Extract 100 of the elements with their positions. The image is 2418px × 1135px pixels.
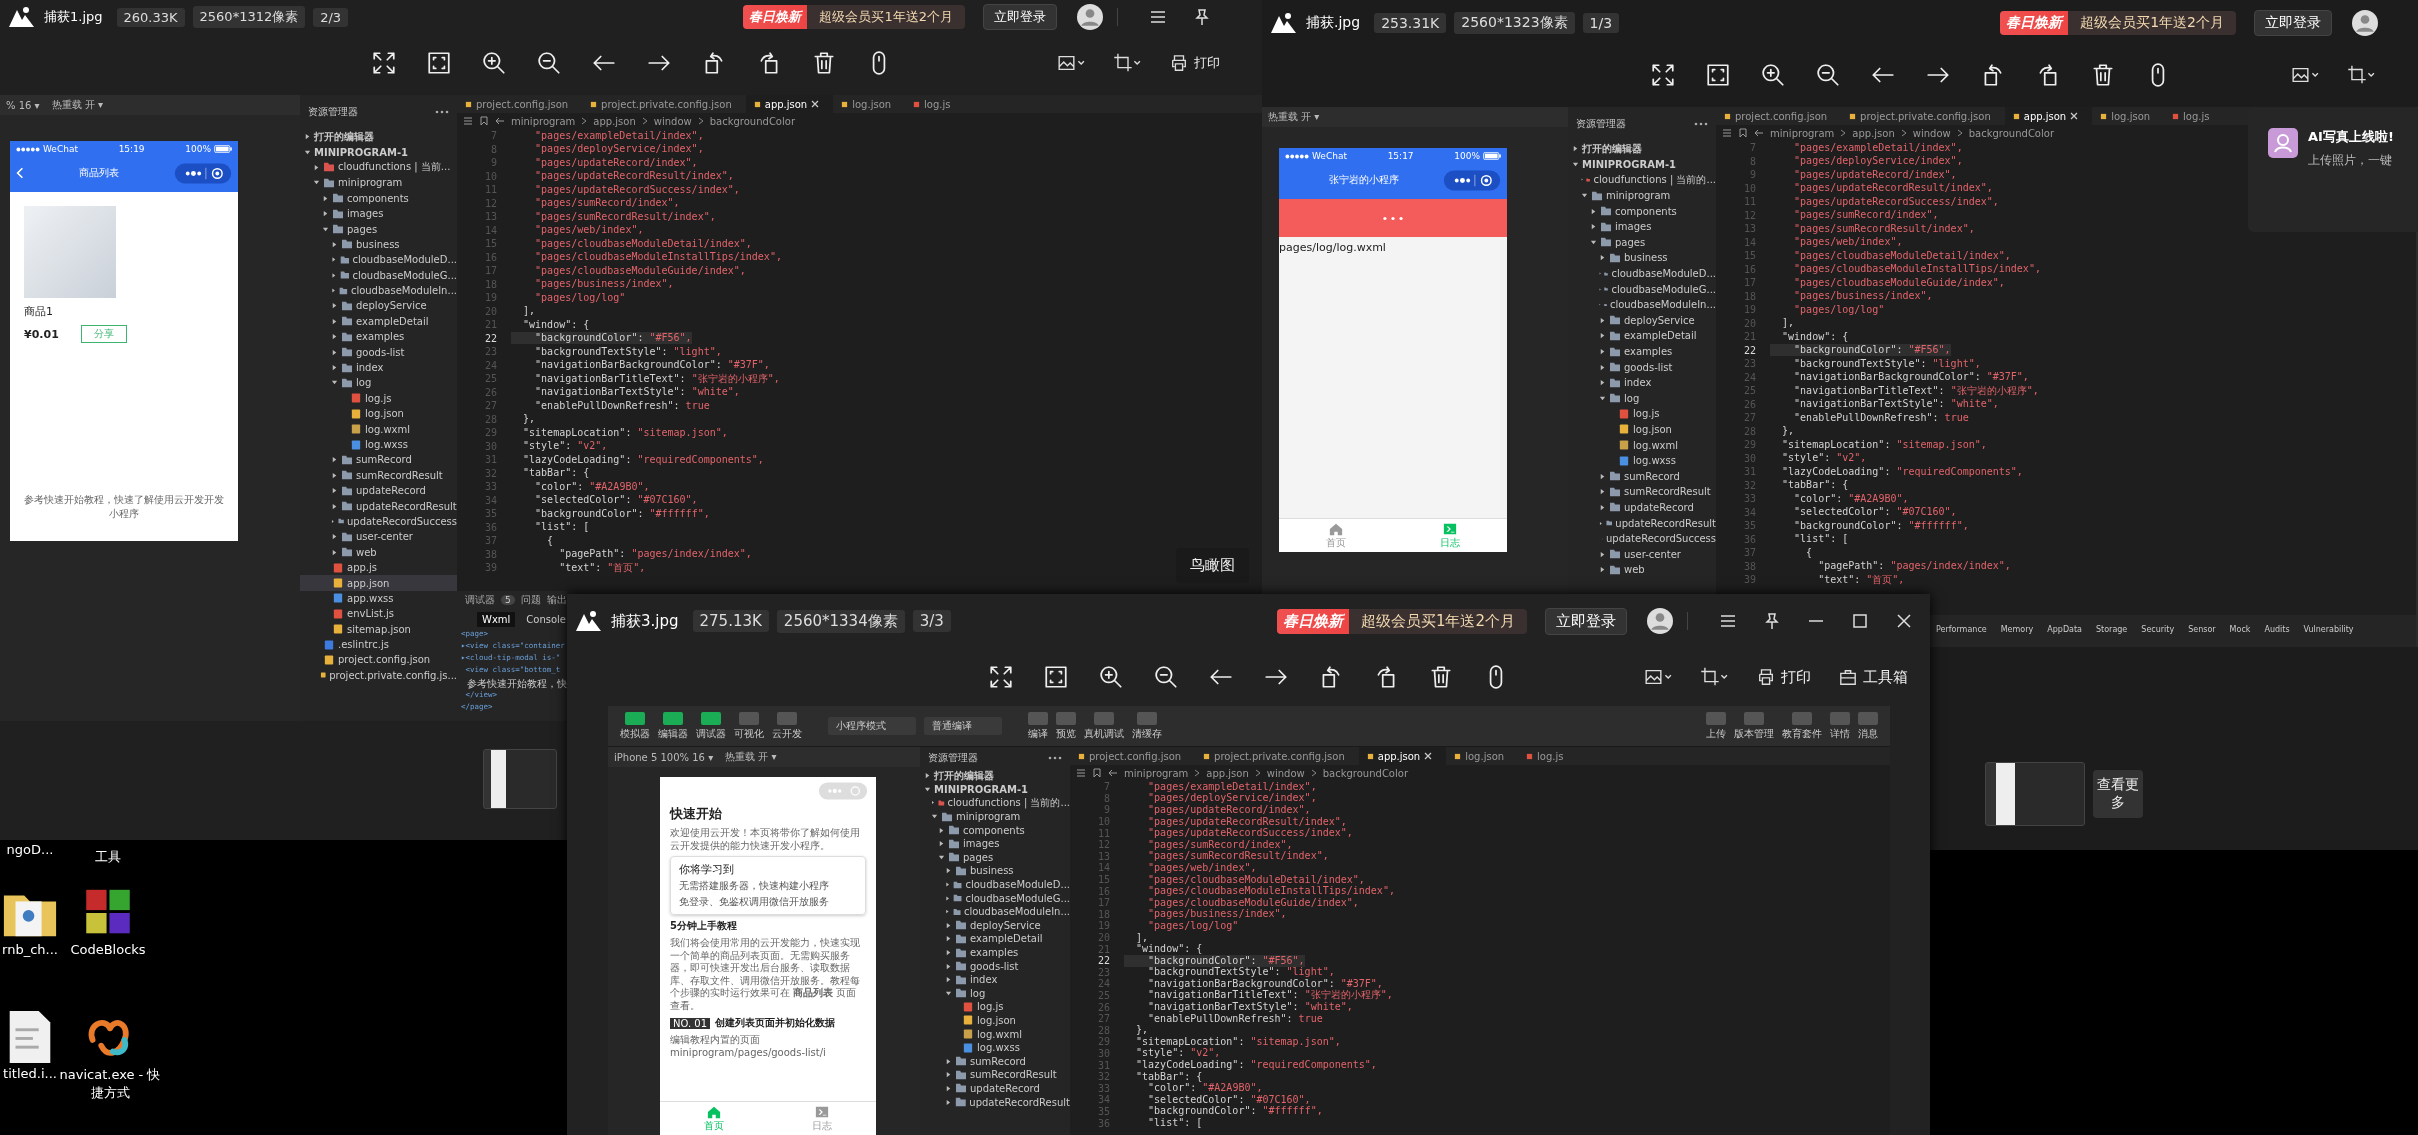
panel-tab[interactable]: 调试器: [465, 593, 495, 607]
avatar-icon[interactable]: [2352, 10, 2378, 36]
file-tree-item[interactable]: goods-list: [970, 960, 1019, 972]
editor-tab[interactable]: project.config.json: [1716, 107, 1842, 125]
file-tree-item[interactable]: 打开的编辑器: [314, 129, 374, 144]
chevron-icon[interactable]: [1599, 519, 1603, 527]
editor-tab[interactable]: project.private.config.json: [1195, 747, 1359, 765]
breadcrumb-item[interactable]: miniprogram: [1770, 127, 1835, 139]
file-tree-item[interactable]: cloudfunctions | 当前的...: [947, 796, 1070, 810]
file-tree-item[interactable]: images: [347, 208, 384, 220]
editor-tab[interactable]: project.config.json: [1070, 747, 1196, 765]
more-options-icon[interactable]: [1048, 756, 1062, 760]
chevron-icon[interactable]: [331, 271, 337, 279]
file-tree-item[interactable]: sumRecord: [1624, 470, 1680, 482]
actual-size-icon[interactable]: [1704, 62, 1731, 88]
editor-tab[interactable]: log.js: [2164, 107, 2224, 125]
file-tree-item[interactable]: pages: [1615, 236, 1646, 248]
bookmark-icon[interactable]: [1092, 768, 1102, 778]
desktop-icon-label[interactable]: titled.i...: [3, 1066, 57, 1081]
chevron-icon[interactable]: [331, 333, 338, 341]
toolbar-button[interactable]: 模拟器: [620, 711, 650, 741]
zoom-in-icon[interactable]: [480, 50, 507, 76]
chevron-icon[interactable]: [945, 949, 952, 956]
notification-card[interactable]: AI写真上线啦! 上传照片，一键: [2248, 108, 2418, 232]
outline-icon[interactable]: [463, 116, 473, 126]
toolbar-button[interactable]: 真机调试: [1084, 711, 1124, 741]
login-button[interactable]: 立即登录: [983, 4, 1057, 30]
avatar-icon[interactable]: [1647, 608, 1673, 634]
toolbar-button[interactable]: 可视化: [734, 711, 764, 741]
chevron-icon[interactable]: [1599, 348, 1606, 355]
actual-size-icon[interactable]: [425, 50, 452, 76]
file-tree-item[interactable]: MINIPROGRAM-1: [314, 146, 408, 158]
file-tree-item[interactable]: updateRecord: [970, 1082, 1040, 1094]
panel-tab[interactable]: Memory: [2000, 625, 2034, 647]
chevron-icon[interactable]: [945, 908, 950, 916]
file-tree-item[interactable]: log: [356, 377, 372, 389]
pin-icon[interactable]: [1192, 7, 1212, 27]
promo-banner[interactable]: 春日焕新 超级会员买1年送2个月: [1276, 608, 1527, 634]
breadcrumb-item[interactable]: app.json: [1206, 767, 1249, 779]
editor-tab[interactable]: log.json: [2092, 107, 2165, 125]
chevron-icon[interactable]: [945, 921, 952, 929]
actual-size-icon[interactable]: [1043, 664, 1069, 690]
desktop-icon-label[interactable]: navicat.exe - 快捷方式: [55, 1066, 165, 1102]
mode-select[interactable]: 小程序模式: [828, 717, 916, 735]
file-tree-item[interactable]: 打开的编辑器: [1582, 141, 1642, 156]
desktop-icon-label[interactable]: rnb_ch...: [2, 942, 58, 957]
file-tree-item[interactable]: cloudbaseModuleD...: [1611, 268, 1716, 280]
chevron-icon[interactable]: [331, 548, 338, 556]
breadcrumb-item[interactable]: backgroundColor: [709, 115, 795, 127]
more-options-icon[interactable]: [1694, 122, 1708, 126]
close-icon[interactable]: [2070, 112, 2079, 120]
zoom-out-icon[interactable]: [1814, 62, 1841, 88]
chevron-icon[interactable]: [313, 163, 320, 171]
panel-tab[interactable]: Vulnerability: [2303, 625, 2354, 647]
thumbnail-image[interactable]: [1985, 762, 2085, 826]
avatar-icon[interactable]: [1077, 4, 1103, 30]
file-tree-item[interactable]: envList.js: [347, 608, 395, 620]
file-tree-item[interactable]: components: [347, 192, 409, 204]
file-tree-item[interactable]: user-center: [1624, 548, 1681, 560]
chevron-icon[interactable]: [1599, 363, 1606, 371]
file-tree-item[interactable]: log.js: [977, 1001, 1004, 1013]
pin-icon[interactable]: [1762, 611, 1782, 631]
editor-tab[interactable]: log.js: [1518, 747, 1578, 765]
more-options-icon[interactable]: [435, 110, 449, 114]
chevron-icon[interactable]: [331, 471, 338, 479]
chevron-icon[interactable]: [1599, 550, 1606, 558]
file-tree-item[interactable]: 打开的编辑器: [934, 768, 994, 783]
file-tree-item[interactable]: cloudbaseModuleIn...: [350, 285, 457, 297]
chevron-icon[interactable]: [924, 772, 931, 780]
file-tree-item[interactable]: log.json: [1633, 424, 1672, 435]
toolbar-button[interactable]: 清缓存: [1132, 711, 1162, 741]
file-tree-item[interactable]: business: [356, 238, 400, 250]
toolbox-button[interactable]: 工具箱: [1837, 665, 1910, 689]
chevron-icon[interactable]: [945, 1084, 952, 1092]
chevron-icon[interactable]: [1599, 566, 1606, 574]
file-tree-item[interactable]: updateRecord: [1624, 501, 1694, 513]
breadcrumb-item[interactable]: window: [653, 115, 692, 127]
file-tree-item[interactable]: .eslintrc.js: [338, 639, 389, 651]
chevron-icon[interactable]: [945, 962, 952, 970]
file-tree-item[interactable]: cloudfunctions | 当前的...: [1593, 173, 1716, 187]
chevron-icon[interactable]: [945, 894, 951, 902]
chevron-icon[interactable]: [945, 1057, 952, 1065]
file-tree-item[interactable]: business: [970, 865, 1014, 877]
chevron-icon[interactable]: [313, 179, 320, 187]
zoom-in-icon[interactable]: [1759, 62, 1786, 88]
file-tree-item[interactable]: updateRecordResult: [356, 500, 457, 512]
back-arrow-icon[interactable]: [1108, 768, 1118, 778]
back-arrow-icon[interactable]: [495, 116, 505, 126]
chevron-icon[interactable]: [331, 502, 338, 510]
chevron-icon[interactable]: [331, 533, 338, 541]
file-tree-item[interactable]: project.config.json: [338, 654, 431, 666]
file-tree-item[interactable]: cloudbaseModuleG...: [1611, 283, 1716, 295]
chevron-icon[interactable]: [938, 826, 945, 834]
file-tree-item[interactable]: web: [356, 546, 377, 558]
panel-tab[interactable]: 输出: [546, 593, 567, 607]
file-tree-item[interactable]: sumRecord: [356, 454, 412, 466]
file-tree-item[interactable]: cloudbaseModuleG...: [965, 892, 1070, 904]
chevron-icon[interactable]: [322, 225, 329, 233]
chevron-icon[interactable]: [1599, 379, 1606, 387]
file-tree-item[interactable]: sumRecordResult: [356, 469, 443, 481]
